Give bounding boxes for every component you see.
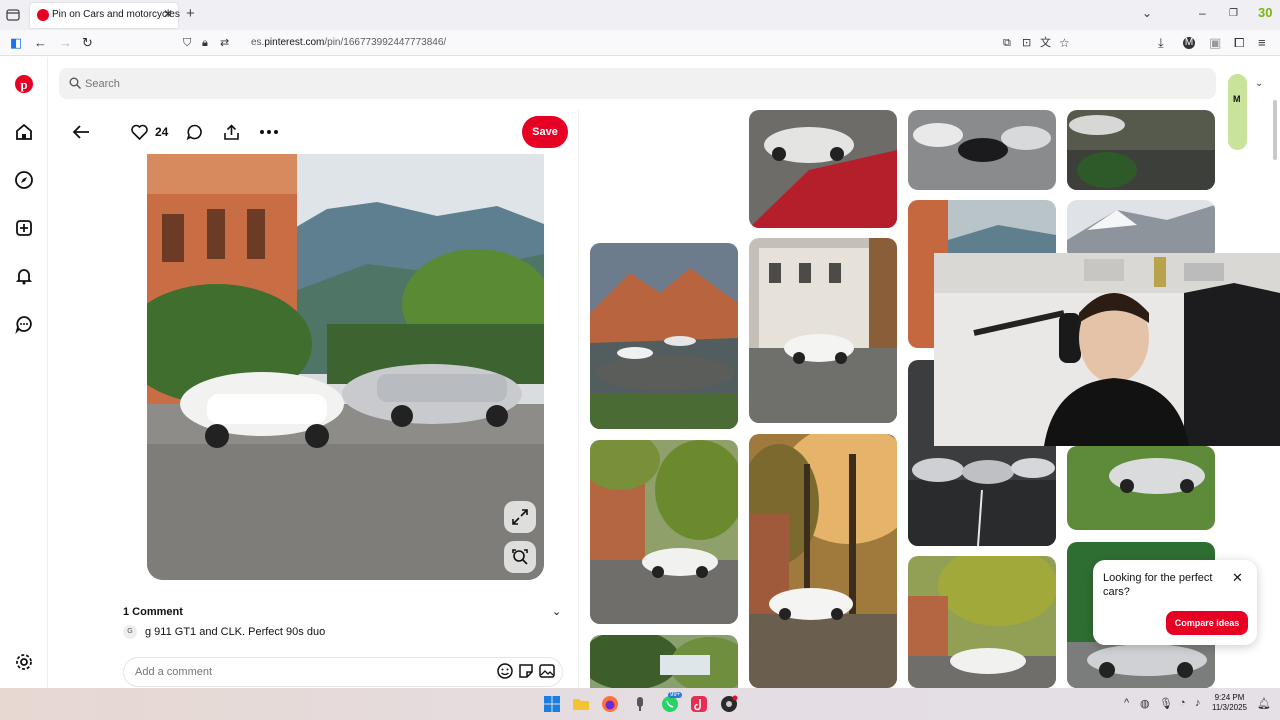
popup-text: Looking for the perfect cars? (1103, 572, 1213, 598)
picture-in-picture-icon[interactable]: ⧉ (1003, 35, 1011, 51)
sidebar-toggle-icon[interactable]: ◧ (10, 35, 22, 51)
expand-icon (512, 509, 528, 525)
add-comment-input[interactable] (135, 658, 475, 686)
new-tab-icon[interactable]: + (186, 5, 195, 22)
avatar-initial: M (1233, 94, 1241, 104)
url-text[interactable]: es.pinterest.com/pin/166773992447773846/ (251, 37, 446, 48)
file-explorer-icon[interactable] (571, 694, 591, 714)
image-upload-icon[interactable] (538, 662, 556, 680)
comment-text: g 911 GT1 and CLK. Perfect 90s duo (145, 626, 326, 638)
pinterest-favicon-icon (37, 9, 49, 21)
extension-badge[interactable]: 30 (1258, 5, 1272, 20)
pin-main-image[interactable] (147, 154, 544, 580)
pin-thumbnail[interactable] (1067, 110, 1215, 190)
menu-icon[interactable]: ≡ (1258, 35, 1266, 51)
tray-overflow-icon[interactable]: ^ (1124, 697, 1129, 709)
translate-icon[interactable]: 文 (1040, 35, 1051, 51)
browser-tab-active[interactable]: Pin on Cars and motorcycles ✕ (30, 3, 180, 28)
copilot-icon[interactable]: ◍ (1140, 697, 1150, 710)
back-icon[interactable]: ← (34, 35, 47, 51)
compare-ideas-button[interactable]: Compare ideas (1166, 611, 1248, 635)
pin-thumbnail[interactable] (590, 635, 738, 688)
pin-thumbnail[interactable] (749, 434, 897, 688)
emoji-icon[interactable] (496, 662, 514, 680)
permissions-icon[interactable]: ⇄ (220, 35, 229, 51)
comment-icon[interactable] (186, 124, 203, 140)
tiktok-icon[interactable] (689, 694, 709, 714)
firefox-icon[interactable] (600, 694, 620, 714)
scrollbar-thumb[interactable] (1273, 100, 1277, 160)
explore-compass-icon[interactable] (14, 170, 34, 190)
fullscreen-button[interactable] (504, 501, 536, 533)
pin-thumbnail[interactable] (1067, 200, 1215, 260)
visual-search-button[interactable] (504, 541, 536, 573)
pin-thumbnail[interactable] (908, 556, 1056, 688)
chevron-down-icon[interactable]: ⌄ (1142, 6, 1152, 20)
like-count: 24 (155, 125, 169, 139)
tray-mic-icon[interactable]: 🎙︎ (1159, 697, 1173, 710)
shield-icon[interactable]: ⛉ (183, 35, 191, 51)
more-options-icon[interactable] (259, 124, 279, 140)
pin-thumbnail[interactable] (590, 243, 738, 429)
webcam-overlay (934, 253, 1280, 446)
pin-thumbnail[interactable] (1067, 446, 1215, 530)
clock-date: 11/3/2025 (1212, 703, 1247, 712)
search-icon (69, 77, 81, 89)
svg-text:p: p (20, 77, 27, 92)
profile-avatar[interactable]: M (1228, 74, 1247, 150)
account-chevron-down-icon[interactable]: ⌄ (1255, 78, 1263, 89)
obs-recording-icon[interactable] (719, 694, 739, 714)
search-input[interactable] (85, 68, 1185, 99)
forward-icon[interactable]: → (59, 35, 72, 51)
browser-tab-bar: Pin on Cars and motorcycles ✕ + ⌄ – ❐ 30 (0, 0, 1280, 30)
page-scrollbar[interactable] (1272, 100, 1278, 580)
volume-icon[interactable]: ♪ (1195, 697, 1201, 709)
back-arrow-icon[interactable] (72, 124, 90, 140)
tab-title: Pin on Cars and motorcycles (52, 9, 180, 20)
extensions-puzzle-icon[interactable]: ⧠ (1234, 35, 1244, 51)
downloads-icon[interactable]: ⤓ (1158, 35, 1164, 51)
account-icon[interactable]: M (1183, 37, 1195, 49)
browser-nav-bar: ◧ ← → ↻ ⛉ 🔒︎ ⇄ es.pinterest.com/pin/1667… (0, 30, 1280, 56)
share-upload-icon[interactable] (223, 124, 240, 140)
sticker-icon[interactable] (517, 662, 535, 680)
messages-icon[interactable] (14, 314, 34, 334)
restore-icon[interactable]: ❐ (1229, 8, 1238, 19)
save-to-pocket-icon[interactable]: ⊡ (1022, 35, 1031, 51)
commenter-avatar[interactable]: G (123, 625, 137, 639)
wifi-icon[interactable]: ◔ (1179, 697, 1186, 709)
lens-search-icon (512, 549, 528, 565)
windows-start-icon[interactable] (542, 694, 562, 714)
notifications-icon[interactable]: 🔔︎ (1257, 697, 1271, 710)
popup-close-icon[interactable]: ✕ (1232, 570, 1243, 586)
bookmark-star-icon[interactable]: ☆ (1059, 35, 1070, 51)
pin-thumbnail[interactable] (749, 238, 897, 423)
system-clock[interactable]: 9:24 PM 11/3/2025 (1212, 693, 1247, 713)
address-bar[interactable]: ⛉ 🔒︎ ⇄ es.pinterest.com/pin/166773992447… (178, 33, 1078, 53)
pin-thumbnail[interactable] (908, 110, 1056, 190)
lock-icon[interactable]: 🔒︎ (202, 35, 208, 51)
home-icon[interactable] (14, 122, 34, 142)
minimize-icon[interactable]: – (1199, 6, 1206, 20)
whatsapp-badge: 99+ (668, 692, 683, 698)
comments-chevron-down-icon[interactable]: ⌄ (552, 605, 561, 618)
tab-list-icon[interactable] (4, 6, 22, 24)
comments-header[interactable]: 1 Comment (123, 606, 183, 618)
search-bar[interactable] (59, 68, 1216, 99)
pinterest-logo-icon[interactable]: p (14, 74, 34, 94)
pin-thumbnail[interactable] (590, 440, 738, 624)
pin-thumbnail[interactable] (749, 110, 897, 228)
clock-time: 9:24 PM (1214, 693, 1245, 702)
compare-ideas-popup: Looking for the perfect cars? ✕ Compare … (1093, 560, 1257, 645)
close-tab-icon[interactable]: ✕ (163, 7, 173, 21)
heart-like-icon[interactable] (131, 124, 148, 140)
extension-icon[interactable]: ▣ (1209, 35, 1221, 51)
settings-gear-icon[interactable] (14, 652, 34, 672)
reload-icon[interactable]: ↻ (82, 35, 93, 51)
microphone-app-icon[interactable] (630, 694, 650, 714)
notifications-bell-icon[interactable] (14, 266, 34, 286)
save-button[interactable]: Save (522, 116, 568, 148)
create-plus-icon[interactable] (14, 218, 34, 238)
left-nav-rail: p (0, 57, 48, 688)
